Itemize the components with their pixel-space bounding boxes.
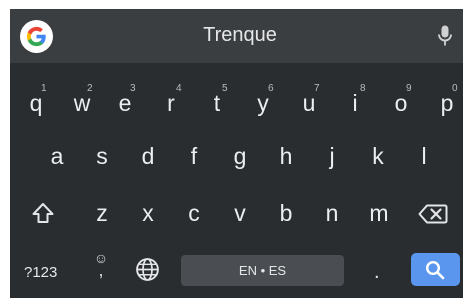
key-x[interactable]: x bbox=[134, 202, 162, 225]
backspace-icon bbox=[418, 204, 448, 224]
key-hint: 8 bbox=[360, 83, 366, 94]
key-c[interactable]: c bbox=[180, 202, 208, 225]
key-hint: 7 bbox=[314, 83, 320, 94]
keyboard: Trenque q1 w2 e3 r4 t5 y6 u7 i8 o9 p0 a … bbox=[10, 9, 463, 298]
globe-icon bbox=[136, 258, 159, 281]
symbols-key[interactable]: ?123 bbox=[24, 264, 57, 281]
key-j[interactable]: j bbox=[318, 145, 346, 168]
key-p[interactable]: p0 bbox=[433, 84, 461, 115]
search-action-button[interactable] bbox=[411, 253, 460, 286]
key-z[interactable]: z bbox=[88, 202, 116, 225]
period-key[interactable]: . bbox=[374, 261, 380, 284]
key-hint: 5 bbox=[222, 83, 228, 94]
microphone-icon bbox=[438, 25, 452, 46]
google-g-icon bbox=[26, 26, 46, 47]
key-b[interactable]: b bbox=[272, 202, 300, 225]
key-g[interactable]: g bbox=[226, 145, 254, 168]
key-e[interactable]: e3 bbox=[111, 84, 139, 115]
key-i[interactable]: i8 bbox=[341, 84, 369, 116]
key-q[interactable]: q1 bbox=[22, 84, 50, 115]
suggestion-word[interactable]: Trenque bbox=[160, 24, 320, 47]
key-hint: 0 bbox=[452, 83, 458, 94]
key-hint: 9 bbox=[406, 83, 412, 94]
key-y[interactable]: y6 bbox=[249, 84, 277, 115]
key-k[interactable]: k bbox=[364, 145, 392, 168]
key-m[interactable]: m bbox=[365, 202, 393, 225]
search-icon bbox=[425, 260, 445, 280]
suggestion-strip: Trenque bbox=[10, 9, 463, 63]
key-o[interactable]: o9 bbox=[387, 84, 415, 115]
key-hint: 1 bbox=[41, 83, 47, 94]
key-h[interactable]: h bbox=[272, 145, 300, 168]
key-t[interactable]: t5 bbox=[203, 84, 231, 116]
key-s[interactable]: s bbox=[88, 145, 116, 168]
key-a[interactable]: a bbox=[43, 145, 71, 168]
key-letter: t bbox=[213, 90, 221, 116]
key-letter: r bbox=[167, 90, 175, 116]
space-bar[interactable]: EN • ES bbox=[181, 255, 344, 286]
key-n[interactable]: n bbox=[318, 202, 346, 225]
language-switch-key[interactable] bbox=[135, 257, 160, 287]
key-hint: 2 bbox=[87, 83, 93, 94]
shift-key[interactable] bbox=[31, 201, 55, 230]
key-hint: 6 bbox=[268, 83, 274, 94]
key-hint: 3 bbox=[130, 83, 136, 94]
key-u[interactable]: u7 bbox=[295, 84, 323, 115]
google-button[interactable] bbox=[20, 20, 53, 53]
backspace-key[interactable] bbox=[418, 204, 448, 229]
key-d[interactable]: d bbox=[134, 145, 162, 168]
voice-input-button[interactable] bbox=[438, 25, 452, 52]
key-r[interactable]: r4 bbox=[157, 84, 185, 116]
emoji-comma-key[interactable]: ☺ , bbox=[93, 251, 109, 280]
key-w[interactable]: w2 bbox=[68, 84, 96, 115]
shift-icon bbox=[32, 203, 54, 223]
key-hint: 4 bbox=[176, 83, 182, 94]
key-v[interactable]: v bbox=[226, 202, 254, 225]
comma-label: , bbox=[98, 260, 104, 280]
key-l[interactable]: l bbox=[410, 145, 438, 168]
key-f[interactable]: f bbox=[180, 145, 208, 168]
key-letter: i bbox=[352, 90, 358, 116]
